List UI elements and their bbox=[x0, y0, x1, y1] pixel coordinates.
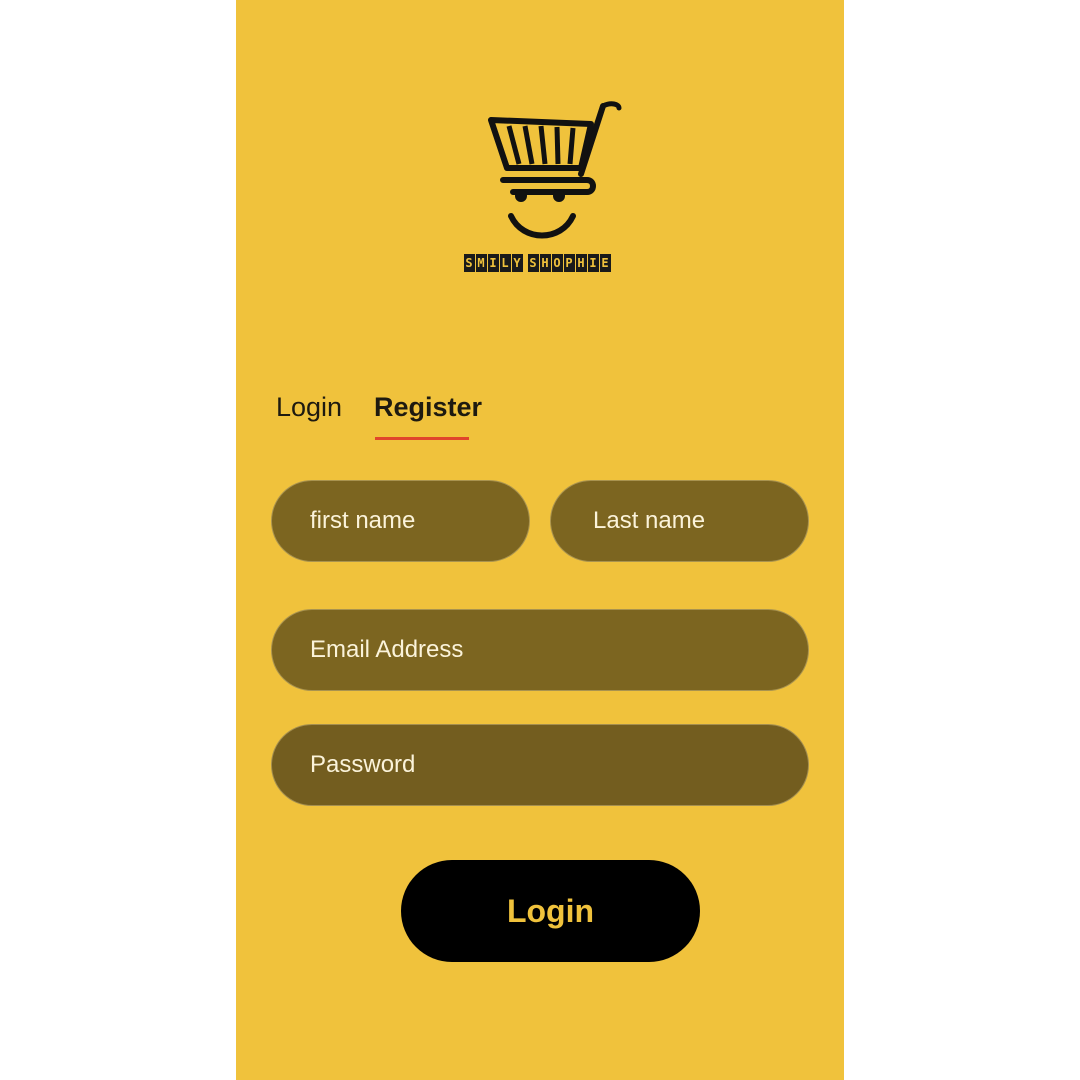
first-name-input[interactable]: first name bbox=[271, 480, 530, 562]
brand-wordmark-letter: H bbox=[539, 254, 551, 272]
brand-wordmark-letter: M bbox=[475, 254, 487, 272]
brand-wordmark-letter bbox=[524, 254, 527, 272]
first-name-placeholder: first name bbox=[310, 507, 416, 534]
brand-wordmark-letter: I bbox=[587, 254, 599, 272]
app-screen: SMILYSHOPHIE Login Register first name L… bbox=[236, 0, 844, 1080]
email-placeholder: Email Address bbox=[310, 636, 464, 663]
brand-wordmark-letter: L bbox=[499, 254, 511, 272]
brand-wordmark-letter: O bbox=[551, 254, 563, 272]
brand-wordmark-letter: P bbox=[563, 254, 575, 272]
brand-wordmark-letter: E bbox=[599, 254, 611, 272]
brand-wordmark-letter: I bbox=[487, 254, 499, 272]
last-name-placeholder: Last name bbox=[593, 507, 706, 534]
brand-wordmark: SMILYSHOPHIE bbox=[456, 254, 618, 272]
brand-wordmark-letter: S bbox=[463, 254, 475, 272]
password-input[interactable]: Password bbox=[271, 724, 809, 806]
tab-login[interactable]: Login bbox=[276, 392, 342, 423]
active-tab-indicator bbox=[375, 437, 469, 440]
brand-wordmark-letter: Y bbox=[511, 254, 523, 272]
brand-wordmark-letter: H bbox=[575, 254, 587, 272]
tab-register[interactable]: Register bbox=[374, 392, 482, 423]
login-button[interactable]: Login bbox=[401, 860, 700, 962]
page: SMILYSHOPHIE Login Register first name L… bbox=[0, 0, 1080, 1080]
last-name-input[interactable]: Last name bbox=[550, 480, 809, 562]
email-input[interactable]: Email Address bbox=[271, 609, 809, 691]
brand-logo: SMILYSHOPHIE bbox=[453, 96, 629, 280]
password-placeholder: Password bbox=[310, 751, 416, 778]
shopping-cart-smiley-icon bbox=[488, 101, 622, 239]
brand-wordmark-letter: S bbox=[527, 254, 539, 272]
